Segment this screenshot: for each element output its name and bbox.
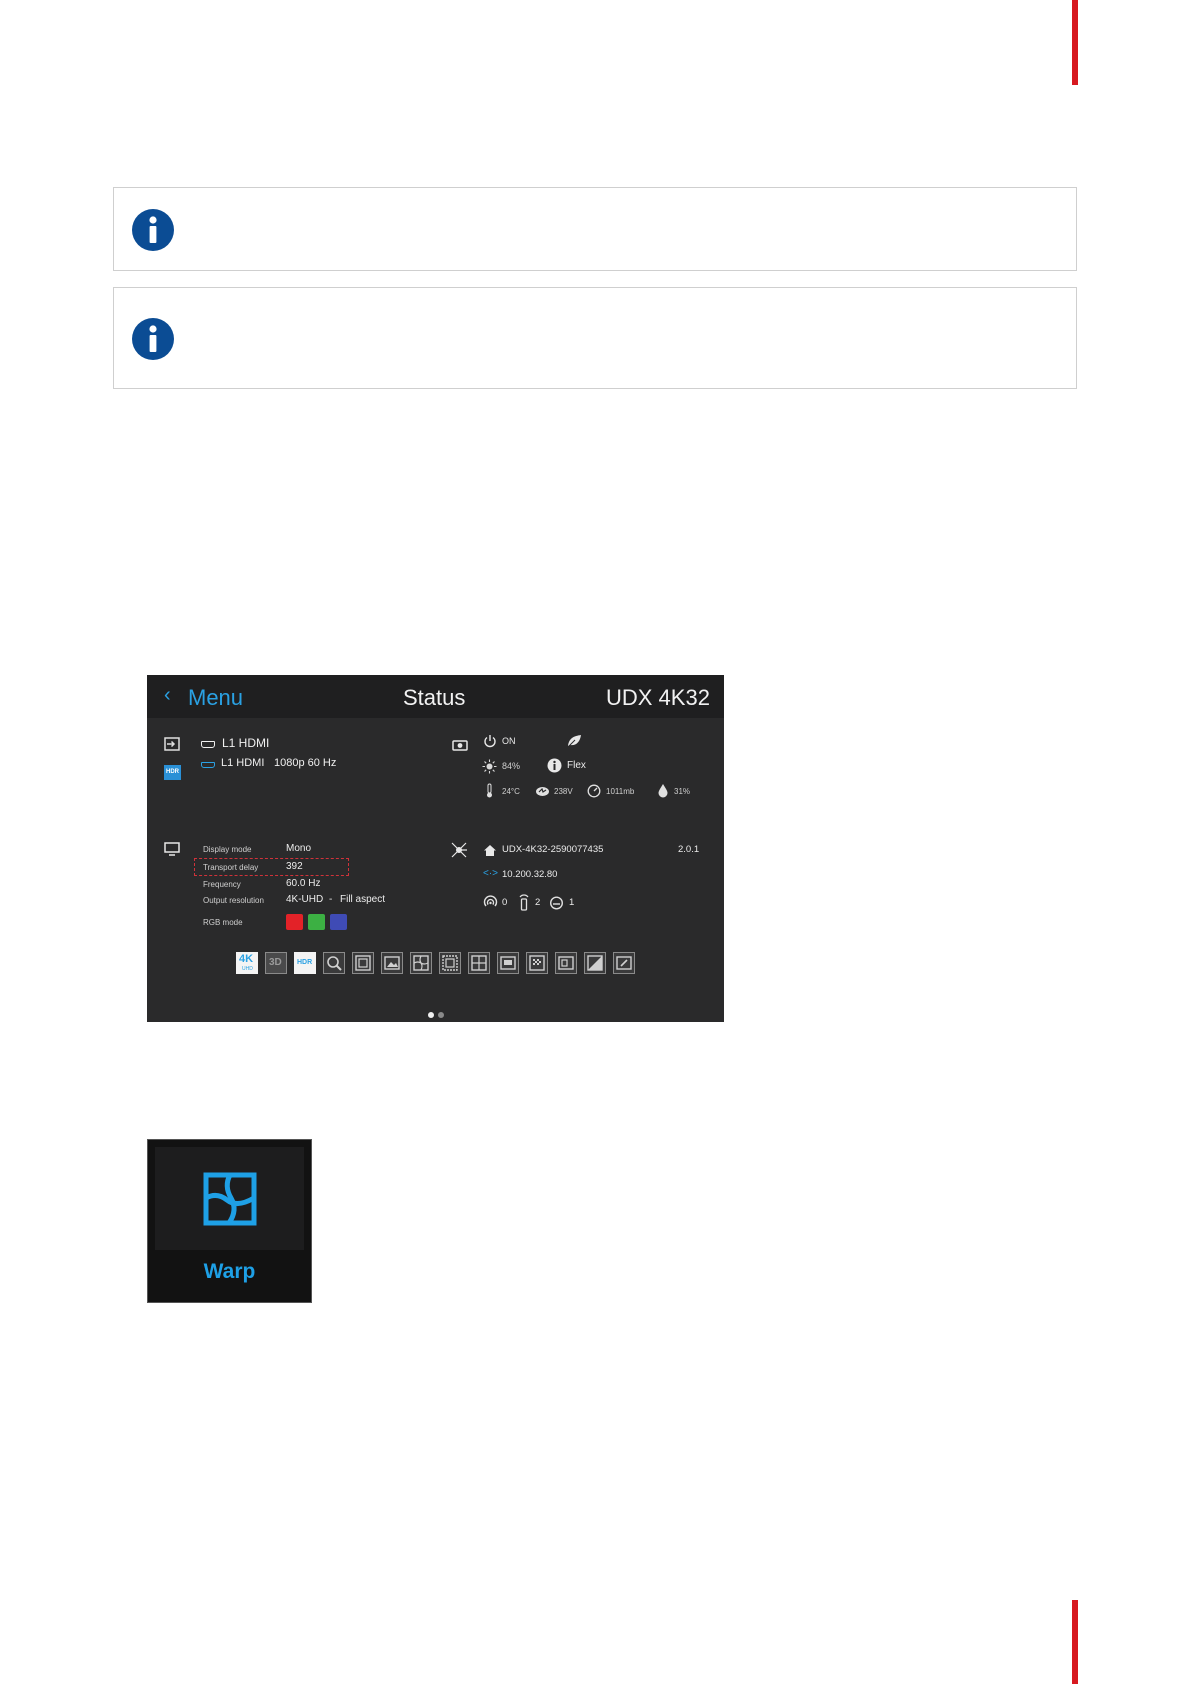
transport-delay-label: Transport delay: [203, 863, 259, 872]
info-icon: [132, 318, 174, 360]
signal-name: L1 HDMI: [221, 757, 265, 769]
display-monitor-icon: [164, 842, 180, 856]
wireless-count: 0: [502, 897, 508, 908]
network-hub-icon: [451, 842, 467, 858]
light-mode: Flex: [567, 760, 586, 771]
connection-icon: [549, 896, 564, 910]
rgb-red-swatch: [286, 914, 303, 930]
menu-back-button[interactable]: Menu: [188, 685, 243, 711]
info-note-1: [113, 187, 1077, 271]
tile-layout-icon: [468, 952, 490, 974]
input-name: L1 HDMI: [222, 736, 270, 750]
hostname: UDX-4K32-2590077435: [502, 844, 604, 855]
tile-pattern-icon: [526, 952, 548, 974]
wireless-icon: [483, 895, 498, 907]
display-mode-label: Display mode: [203, 845, 252, 854]
status-screen: ‹ Menu Status UDX 4K32 HDR L1 HDMI L1 HD…: [147, 675, 724, 1022]
warp-icon: [203, 1172, 257, 1226]
humidity-value: 31%: [674, 787, 691, 796]
voltage-value: 238V: [554, 787, 573, 796]
home-icon: [484, 845, 496, 856]
brightness-icon: [482, 759, 497, 774]
tile-4k-label: 4K: [239, 953, 254, 965]
frequency-value: 60.0 Hz: [286, 878, 321, 889]
pager-dot-active[interactable]: [428, 1012, 434, 1018]
tile-4k-uhd: 4K UHD: [236, 952, 258, 974]
thermometer-icon: [487, 783, 492, 798]
output-resolution-label: Output resolution: [203, 896, 264, 905]
pager-dot[interactable]: [438, 1012, 444, 1018]
hdmi-signal-icon: [201, 762, 215, 768]
remote-count: 2: [535, 897, 541, 908]
tile-layers-icon: [555, 952, 577, 974]
info-icon: [132, 209, 174, 251]
signal-format: 1080p 60 Hz: [274, 757, 337, 769]
tile-blend-icon: [352, 952, 374, 974]
transport-delay-value: 392: [286, 861, 303, 872]
tile-3d-label: 3D: [269, 957, 282, 968]
connection-count: 1: [569, 897, 575, 908]
tile-warp-icon: [410, 952, 432, 974]
tile-image-icon: [381, 952, 403, 974]
tile-zoom-icon: [323, 952, 345, 974]
humidity-drop-icon: [658, 784, 668, 798]
hdr-badge: HDR: [164, 765, 181, 780]
ip-address: 10.200.32.80: [502, 869, 558, 880]
hdmi-connector-icon: [201, 741, 215, 748]
aspect-mode-value: Fill aspect: [340, 894, 386, 905]
top-edge-marker: [1072, 0, 1078, 85]
display-mode-value: Mono: [286, 843, 312, 854]
back-chevron-icon[interactable]: ‹: [164, 684, 171, 707]
warp-tile-icon-area: [155, 1147, 304, 1250]
pressure-value: 1011mb: [606, 787, 635, 796]
pressure-gauge-icon: [587, 784, 601, 798]
projector-model: UDX 4K32: [606, 685, 710, 710]
remote-control-icon: [519, 894, 529, 911]
temperature-value: 24°C: [502, 787, 520, 796]
info-circle-icon: [547, 758, 562, 773]
tile-edit-icon: [613, 952, 635, 974]
warp-tile[interactable]: Warp: [147, 1139, 312, 1303]
tile-hdr-label: HDR: [297, 959, 313, 966]
power-state: ON: [502, 736, 516, 746]
warp-label: Warp: [203, 1260, 256, 1283]
tile-pip-icon: [497, 952, 519, 974]
firmware-version: 2.0.1: [678, 844, 700, 855]
tile-3d: 3D: [265, 952, 287, 974]
bottom-edge-marker: [1072, 1600, 1078, 1684]
tile-4k-sublabel: UHD: [242, 966, 253, 972]
tile-mask-icon: [439, 952, 461, 974]
info-note-2: [113, 287, 1077, 389]
input-icon: [164, 737, 180, 751]
eco-leaf-icon: [567, 735, 581, 748]
voltage-icon: [536, 787, 549, 796]
page-title: Status: [403, 685, 466, 710]
ip-address-icon: <·>: [483, 868, 499, 879]
tile-hdr: HDR: [294, 952, 316, 974]
brightness-value: 84%: [502, 761, 521, 771]
output-resolution-separator: -: [329, 894, 333, 905]
projector-icon: [452, 740, 468, 751]
rgb-mode-label: RGB mode: [203, 918, 243, 927]
tile-contrast-icon: [584, 952, 606, 974]
rgb-blue-swatch: [330, 914, 347, 930]
rgb-green-swatch: [308, 914, 325, 930]
power-icon: [484, 735, 496, 748]
output-resolution-value: 4K-UHD: [286, 894, 324, 905]
frequency-label: Frequency: [203, 880, 241, 889]
